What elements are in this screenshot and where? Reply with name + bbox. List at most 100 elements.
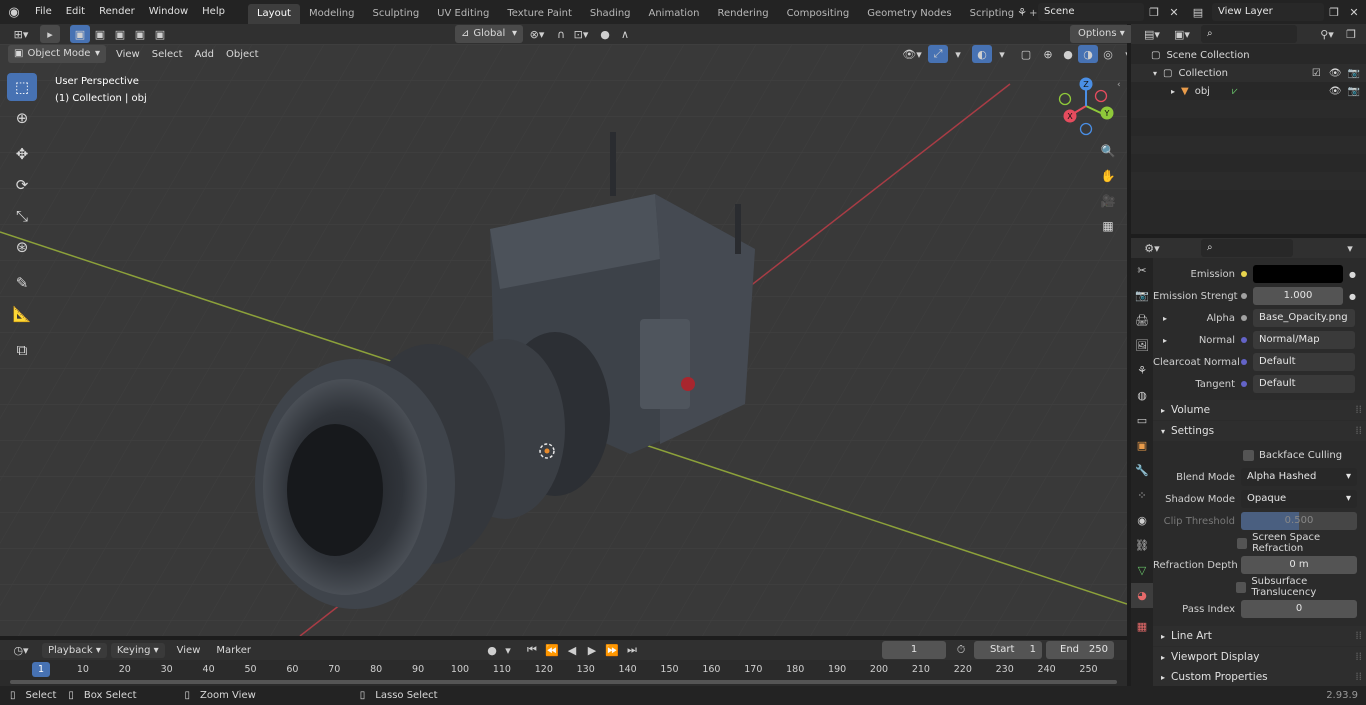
delete-scene-icon[interactable]: ✕ [1164, 3, 1184, 21]
exclude-checkbox-icon[interactable]: ☑ [1312, 68, 1321, 79]
shading-dropdown-icon[interactable]: ▾ [1118, 45, 1127, 63]
camera-view-icon[interactable]: 🎥 [1097, 190, 1119, 212]
start-frame-field[interactable]: Start 1 [974, 641, 1042, 659]
select-mode-subtract-icon[interactable]: ▣ [110, 25, 130, 43]
drag-handle-icon[interactable]: ⁞⁞ [1355, 425, 1362, 437]
clearcoat-normal-field[interactable]: Default [1253, 353, 1355, 371]
move-tool-icon[interactable]: ✥ [7, 140, 37, 168]
eye-icon[interactable]: 👁 [1329, 86, 1342, 97]
transform-orientation-dropdown[interactable]: ⊿ Global ▾ [455, 25, 523, 43]
expand-arrow-icon[interactable]: ▸ [1163, 314, 1167, 323]
scene-name-field[interactable]: Scene [1038, 3, 1144, 21]
filter-icon[interactable]: ⚲▾ [1313, 25, 1341, 43]
rendered-shading-icon[interactable]: ◎ [1098, 45, 1118, 63]
data-tab-icon[interactable]: ▽ [1131, 558, 1153, 583]
select-mode-new-icon[interactable]: ▣ [70, 25, 90, 43]
output-tab-icon[interactable]: 🖨 [1131, 308, 1153, 333]
3d-viewport[interactable]: User Perspective (1) Collection | obj ⬚ … [0, 44, 1127, 636]
collection-tab-icon[interactable]: ▭ [1131, 408, 1153, 433]
snap-icon[interactable]: ∩ [551, 25, 571, 43]
constraints-tab-icon[interactable]: ⛓ [1131, 533, 1153, 558]
pass-index-field[interactable]: 0 [1241, 600, 1357, 618]
proportional-edit-icon[interactable]: ● [595, 25, 615, 43]
refraction-depth-field[interactable]: 0 m [1241, 556, 1357, 574]
blend-mode-dropdown[interactable]: Alpha Hashed ▾ [1241, 468, 1357, 486]
timeline-menu-marker[interactable]: Marker [210, 645, 257, 656]
gizmo-toggle-icon[interactable]: ⤢ [928, 45, 948, 63]
stopwatch-icon[interactable]: ⏱ [951, 641, 971, 659]
play-icon[interactable]: ▶ [582, 641, 602, 659]
new-view-layer-icon[interactable]: ❐ [1324, 3, 1344, 21]
emission-color-field[interactable] [1253, 265, 1343, 283]
measure-tool-icon[interactable]: 📐 [7, 300, 37, 328]
jump-end-icon[interactable]: ⏭ [622, 641, 642, 659]
tab-modeling[interactable]: Modeling [300, 4, 364, 24]
record-dropdown-icon[interactable]: ▾ [502, 641, 514, 659]
sidebar-toggle-icon[interactable]: ‹ [1117, 80, 1121, 90]
eye-icon[interactable]: 👁 [1329, 68, 1342, 79]
annotate-tool-icon[interactable]: ✎ [7, 269, 37, 297]
socket-icon[interactable] [1241, 315, 1247, 321]
solid-shading-icon[interactable]: ● [1058, 45, 1078, 63]
cursor-tool-icon[interactable]: ⊕ [7, 104, 37, 132]
particles-tab-icon[interactable]: ⁘ [1131, 483, 1153, 508]
menu-render[interactable]: Render [92, 0, 142, 24]
menu-help[interactable]: Help [195, 0, 232, 24]
tab-sculpting[interactable]: Sculpting [363, 4, 428, 24]
editor-type-icon[interactable]: ⊞▾ [6, 25, 36, 43]
tab-animation[interactable]: Animation [640, 4, 709, 24]
outliner-row-obj[interactable]: ▸ ▼ obj ⩗ 👁 📷 [1131, 82, 1366, 100]
section-custom-properties[interactable]: ▸ Custom Properties ⁞⁞ [1153, 667, 1366, 686]
viewport-menu-view[interactable]: View [110, 49, 146, 60]
ssr-checkbox[interactable] [1236, 537, 1248, 549]
section-volume[interactable]: ▸ Volume ⁞⁞ [1153, 400, 1366, 420]
section-settings[interactable]: ▾ Settings ⁞⁞ [1153, 421, 1366, 441]
socket-icon[interactable] [1241, 337, 1247, 343]
expand-arrow-icon[interactable]: ▸ [1163, 336, 1167, 345]
new-scene-icon[interactable]: ❐ [1144, 3, 1164, 21]
tab-geometry-nodes[interactable]: Geometry Nodes [858, 4, 960, 24]
view-layer-tab-icon[interactable]: 🖼 [1131, 333, 1153, 358]
properties-search-input[interactable]: ⌕ [1201, 239, 1293, 257]
timeline-playhead[interactable]: 1 [32, 662, 50, 677]
view-layer-field[interactable]: View Layer [1212, 3, 1324, 21]
viewport-menu-select[interactable]: Select [146, 49, 189, 60]
timeline-editor-icon[interactable]: ◷▾ [6, 641, 36, 659]
tab-rendering[interactable]: Rendering [708, 4, 777, 24]
menu-file[interactable]: File [28, 0, 59, 24]
tangent-field[interactable]: Default [1253, 375, 1355, 393]
menu-edit[interactable]: Edit [59, 0, 92, 24]
socket-icon[interactable] [1241, 359, 1247, 365]
select-mode-invert-icon[interactable]: ▣ [130, 25, 150, 43]
visibility-icon[interactable]: 👁▾ [902, 45, 922, 63]
end-frame-field[interactable]: End 250 [1046, 641, 1114, 659]
tab-texture-paint[interactable]: Texture Paint [498, 4, 581, 24]
zoom-icon[interactable]: 🔍 [1097, 140, 1119, 162]
properties-options-icon[interactable]: ▾ [1340, 239, 1360, 257]
navigation-gizmo[interactable]: Y X Z [1055, 74, 1117, 136]
new-collection-icon[interactable]: ❐ [1341, 25, 1361, 43]
keyframe-dot-icon[interactable]: ● [1349, 292, 1356, 301]
xray-icon[interactable]: ▢ [1016, 45, 1036, 63]
scene-tab-icon[interactable]: ⚘ [1131, 358, 1153, 383]
modifier-tab-icon[interactable]: 🔧 [1131, 458, 1153, 483]
drag-handle-icon[interactable]: ⁞⁞ [1355, 404, 1362, 416]
wireframe-shading-icon[interactable]: ⊕ [1038, 45, 1058, 63]
section-viewport-display[interactable]: ▸ Viewport Display ⁞⁞ [1153, 647, 1366, 667]
clip-threshold-slider[interactable]: 0.500 [1241, 512, 1357, 530]
expand-arrow-icon[interactable]: ▸ [1171, 87, 1175, 96]
drag-handle-icon[interactable]: ⁞⁞ [1355, 651, 1362, 663]
socket-icon[interactable] [1241, 381, 1247, 387]
pivot-point-icon[interactable]: ⊗▾ [527, 25, 547, 43]
expand-arrow-icon[interactable]: ▾ [1153, 69, 1157, 78]
blender-logo-icon[interactable]: ◉ [0, 3, 28, 21]
snap-target-icon[interactable]: ⊡▾ [571, 25, 591, 43]
scene-icon[interactable]: ⚘ [1012, 3, 1032, 21]
add-cube-tool-icon[interactable]: ⧉ [7, 336, 37, 364]
outliner-row-collection[interactable]: ▾ ▢ Collection ☑ 👁 📷 [1131, 64, 1366, 82]
pan-hand-icon[interactable]: ✋ [1097, 165, 1119, 187]
overlays-dropdown-icon[interactable]: ▾ [992, 45, 1012, 63]
outliner-row-scene-collection[interactable]: ▢ Scene Collection [1131, 46, 1366, 64]
select-box-tool-icon[interactable]: ⬚ [7, 73, 37, 101]
object-mode-dropdown[interactable]: ▣ Object Mode ▾ [8, 45, 106, 63]
